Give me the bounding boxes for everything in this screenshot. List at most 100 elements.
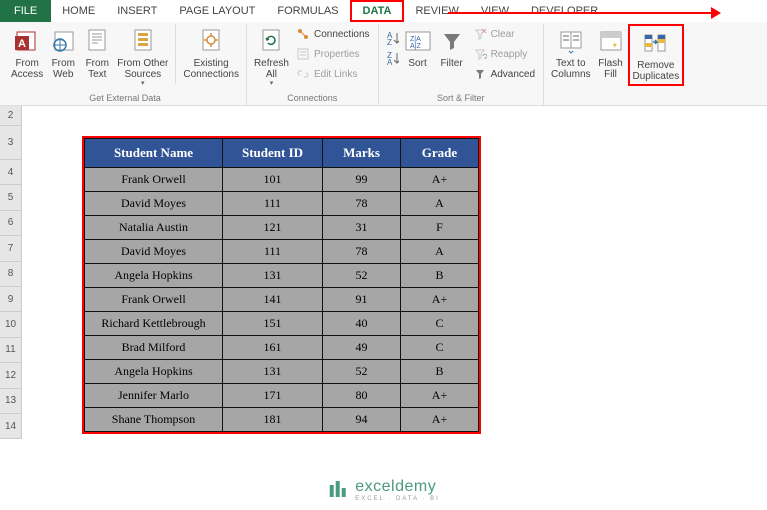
cell[interactable]: David Moyes <box>85 192 223 216</box>
tab-data[interactable]: DATA <box>350 0 405 22</box>
cell[interactable]: Frank Orwell <box>85 168 223 192</box>
cell[interactable]: 111 <box>223 240 323 264</box>
properties-button[interactable]: Properties <box>292 44 374 64</box>
cell[interactable]: 40 <box>323 312 401 336</box>
cell[interactable]: 141 <box>223 288 323 312</box>
cell[interactable]: Angela Hopkins <box>85 360 223 384</box>
cell[interactable]: 101 <box>223 168 323 192</box>
tab-review[interactable]: REVIEW <box>404 0 469 22</box>
cell[interactable]: C <box>401 336 479 360</box>
tab-developer[interactable]: DEVELOPER <box>520 0 609 22</box>
col-header[interactable]: Grade <box>401 139 479 168</box>
cell[interactable]: Natalia Austin <box>85 216 223 240</box>
row-header[interactable]: 7 <box>0 236 22 261</box>
sort-desc-button[interactable]: ZA <box>383 48 401 68</box>
cell[interactable]: 52 <box>323 264 401 288</box>
row-header[interactable]: 13 <box>0 389 22 414</box>
cell[interactable]: A+ <box>401 288 479 312</box>
cell[interactable]: B <box>401 360 479 384</box>
text-to-columns-button[interactable]: Text to Columns <box>548 24 593 82</box>
col-header[interactable]: Student Name <box>85 139 223 168</box>
row-header[interactable]: 10 <box>0 312 22 337</box>
row-header[interactable]: 12 <box>0 363 22 388</box>
cell[interactable]: 181 <box>223 408 323 432</box>
cell[interactable]: Jennifer Marlo <box>85 384 223 408</box>
cell[interactable]: 91 <box>323 288 401 312</box>
clear-button[interactable]: Clear <box>469 24 539 44</box>
cell[interactable]: 52 <box>323 360 401 384</box>
filter-button[interactable]: Filter <box>435 24 469 71</box>
row-header[interactable]: 9 <box>0 287 22 312</box>
table-row[interactable]: Shane Thompson18194A+ <box>85 408 479 432</box>
cell[interactable]: A <box>401 192 479 216</box>
data-table[interactable]: Student Name Student ID Marks Grade Fran… <box>84 138 479 432</box>
row-header[interactable]: 4 <box>0 160 22 185</box>
table-row[interactable]: Brad Milford16149C <box>85 336 479 360</box>
table-row[interactable]: Frank Orwell14191A+ <box>85 288 479 312</box>
tab-file[interactable]: FILE <box>0 0 51 22</box>
tab-insert[interactable]: INSERT <box>106 0 168 22</box>
cell[interactable]: A+ <box>401 408 479 432</box>
advanced-button[interactable]: Advanced <box>469 64 539 84</box>
table-row[interactable]: Richard Kettlebrough15140C <box>85 312 479 336</box>
tab-formulas[interactable]: FORMULAS <box>266 0 349 22</box>
cell[interactable]: A+ <box>401 168 479 192</box>
sort-asc-button[interactable]: AZ <box>383 28 401 48</box>
cell[interactable]: Richard Kettlebrough <box>85 312 223 336</box>
sort-button[interactable]: Z|AA|Z Sort <box>401 24 435 71</box>
from-other-sources-button[interactable]: From Other Sources ▾ <box>114 24 171 90</box>
cell[interactable]: 80 <box>323 384 401 408</box>
cell[interactable]: 78 <box>323 192 401 216</box>
cell[interactable]: Frank Orwell <box>85 288 223 312</box>
cell[interactable]: A+ <box>401 384 479 408</box>
edit-links-button[interactable]: Edit Links <box>292 64 374 84</box>
cell[interactable]: 78 <box>323 240 401 264</box>
tab-page-layout[interactable]: PAGE LAYOUT <box>168 0 266 22</box>
cell[interactable]: 171 <box>223 384 323 408</box>
tab-view[interactable]: VIEW <box>470 0 520 22</box>
cell[interactable]: 49 <box>323 336 401 360</box>
table-row[interactable]: Angela Hopkins13152B <box>85 360 479 384</box>
cell[interactable]: 99 <box>323 168 401 192</box>
from-web-button[interactable]: From Web <box>46 24 80 82</box>
cell[interactable]: 161 <box>223 336 323 360</box>
cell[interactable]: Angela Hopkins <box>85 264 223 288</box>
table-row[interactable]: David Moyes11178A <box>85 240 479 264</box>
table-row[interactable]: David Moyes11178A <box>85 192 479 216</box>
cell[interactable]: 94 <box>323 408 401 432</box>
cell[interactable]: C <box>401 312 479 336</box>
cell[interactable]: 31 <box>323 216 401 240</box>
remove-duplicates-button[interactable]: Remove Duplicates <box>628 24 685 86</box>
existing-connections-button[interactable]: Existing Connections <box>180 24 242 82</box>
row-header[interactable]: 11 <box>0 338 22 363</box>
row-header[interactable]: 3 <box>0 126 22 160</box>
table-row[interactable]: Angela Hopkins13152B <box>85 264 479 288</box>
row-header[interactable]: 6 <box>0 211 22 236</box>
row-header[interactable]: 8 <box>0 262 22 287</box>
cell[interactable]: 131 <box>223 360 323 384</box>
row-header[interactable]: 2 <box>0 106 22 126</box>
cell[interactable]: 111 <box>223 192 323 216</box>
cell[interactable]: 131 <box>223 264 323 288</box>
flash-fill-button[interactable]: Flash Fill <box>594 24 628 82</box>
cell[interactable]: B <box>401 264 479 288</box>
row-header[interactable]: 5 <box>0 185 22 210</box>
refresh-all-button[interactable]: Refresh All ▾ <box>251 24 292 90</box>
col-header[interactable]: Marks <box>323 139 401 168</box>
table-row[interactable]: Jennifer Marlo17180A+ <box>85 384 479 408</box>
table-row[interactable]: Natalia Austin12131F <box>85 216 479 240</box>
cell[interactable]: David Moyes <box>85 240 223 264</box>
reapply-button[interactable]: Reapply <box>469 44 539 64</box>
tab-home[interactable]: HOME <box>51 0 106 22</box>
from-access-button[interactable]: A From Access <box>8 24 46 82</box>
connections-button[interactable]: Connections <box>292 24 374 44</box>
cell[interactable]: 151 <box>223 312 323 336</box>
col-header[interactable]: Student ID <box>223 139 323 168</box>
row-header[interactable]: 14 <box>0 414 22 439</box>
table-row[interactable]: Frank Orwell10199A+ <box>85 168 479 192</box>
cell[interactable]: Shane Thompson <box>85 408 223 432</box>
cell[interactable]: A <box>401 240 479 264</box>
cell[interactable]: 121 <box>223 216 323 240</box>
from-text-button[interactable]: From Text <box>80 24 114 82</box>
cell[interactable]: F <box>401 216 479 240</box>
